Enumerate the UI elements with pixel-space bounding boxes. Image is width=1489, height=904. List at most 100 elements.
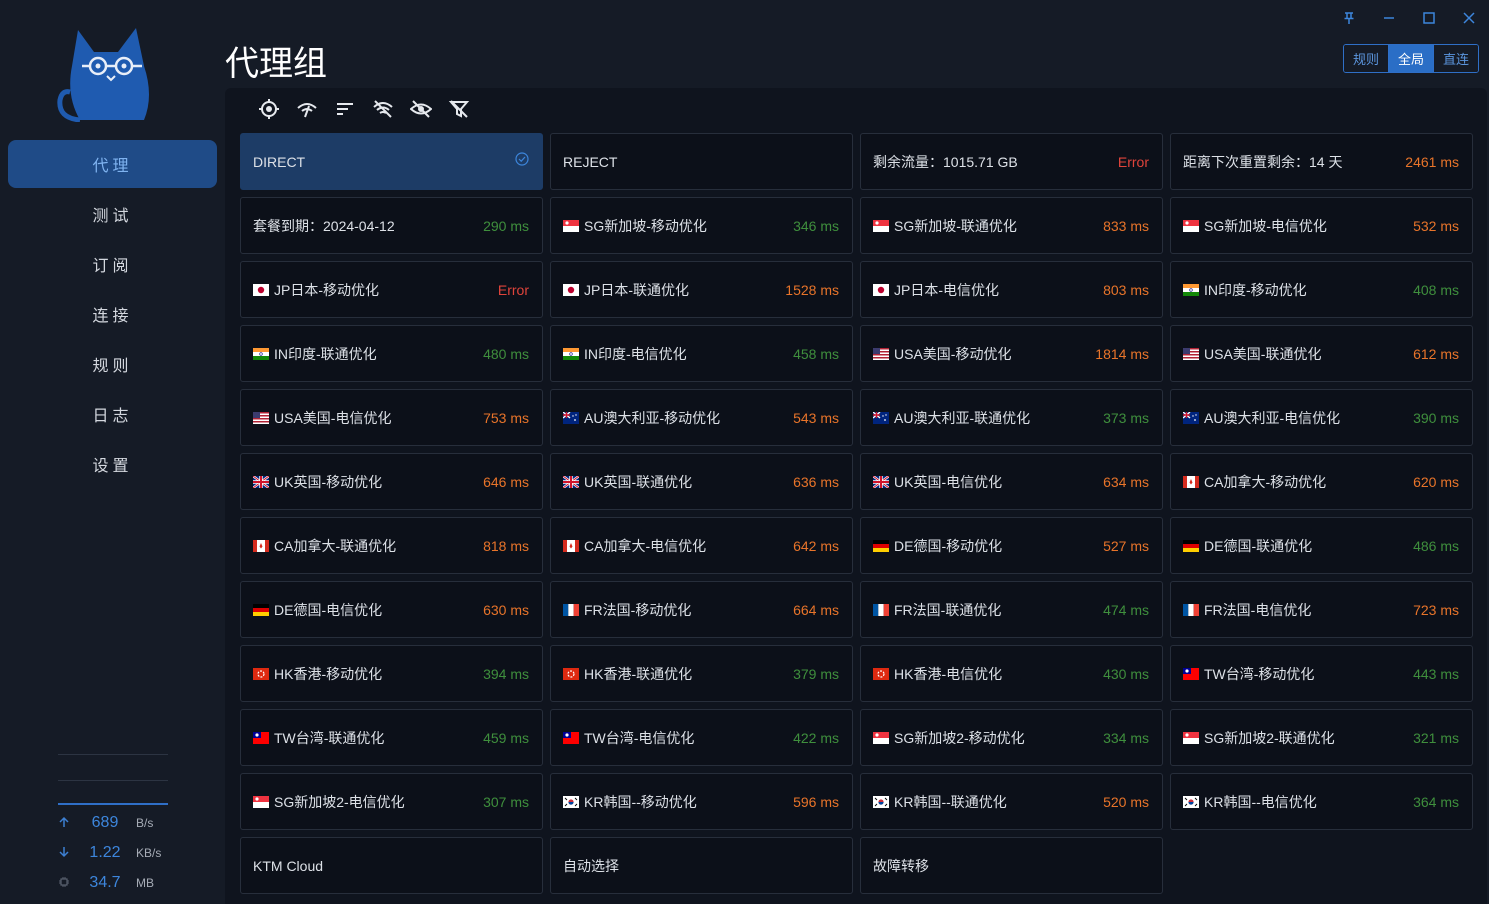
proxy-delay[interactable]: 630 ms: [483, 602, 529, 618]
proxy-delay[interactable]: 2461 ms: [1405, 154, 1459, 170]
proxy-delay[interactable]: 334 ms: [1103, 730, 1149, 746]
proxy-delay[interactable]: 1814 ms: [1095, 346, 1149, 362]
proxy-delay[interactable]: 422 ms: [793, 730, 839, 746]
proxy-delay[interactable]: 458 ms: [793, 346, 839, 362]
proxy-card[interactable]: 距离下次重置剩余：14 天 2461 ms: [1170, 133, 1473, 190]
sort-icon[interactable]: [326, 96, 364, 122]
nav-item-subscription[interactable]: 订阅: [8, 240, 217, 288]
proxy-card[interactable]: DE德国-电信优化 630 ms: [240, 581, 543, 638]
proxy-card[interactable]: AU澳大利亚-移动优化 543 ms: [550, 389, 853, 446]
proxy-delay[interactable]: 532 ms: [1413, 218, 1459, 234]
proxy-card[interactable]: SG新加坡-电信优化 532 ms: [1170, 197, 1473, 254]
proxy-delay[interactable]: 486 ms: [1413, 538, 1459, 554]
proxy-delay[interactable]: Error: [1118, 154, 1149, 170]
proxy-card[interactable]: SG新加坡2-电信优化 307 ms: [240, 773, 543, 830]
proxy-delay[interactable]: Error: [498, 282, 529, 298]
proxy-card[interactable]: KR韩国--电信优化 364 ms: [1170, 773, 1473, 830]
proxy-delay[interactable]: 634 ms: [1103, 474, 1149, 490]
proxy-delay[interactable]: 646 ms: [483, 474, 529, 490]
nav-item-settings[interactable]: 设置: [8, 440, 217, 488]
proxy-card[interactable]: SG新加坡2-移动优化 334 ms: [860, 709, 1163, 766]
proxy-card[interactable]: UK英国-移动优化 646 ms: [240, 453, 543, 510]
proxy-delay[interactable]: 430 ms: [1103, 666, 1149, 682]
proxy-delay[interactable]: 636 ms: [793, 474, 839, 490]
locate-icon[interactable]: [250, 96, 288, 122]
proxy-card[interactable]: FR法国-移动优化 664 ms: [550, 581, 853, 638]
proxy-card[interactable]: HK香港-联通优化 379 ms: [550, 645, 853, 702]
proxy-delay[interactable]: 346 ms: [793, 218, 839, 234]
proxy-delay[interactable]: 543 ms: [793, 410, 839, 426]
proxy-delay[interactable]: 753 ms: [483, 410, 529, 426]
proxy-card[interactable]: JP日本-联通优化 1528 ms: [550, 261, 853, 318]
proxy-card[interactable]: HK香港-电信优化 430 ms: [860, 645, 1163, 702]
close-icon[interactable]: [1458, 8, 1480, 28]
proxy-card[interactable]: KTM Cloud: [240, 837, 543, 894]
mode-global-button[interactable]: 全局: [1389, 45, 1435, 72]
proxy-card[interactable]: 套餐到期：2024-04-12 290 ms: [240, 197, 543, 254]
proxy-delay[interactable]: 390 ms: [1413, 410, 1459, 426]
proxy-delay[interactable]: 803 ms: [1103, 282, 1149, 298]
proxy-delay[interactable]: 1528 ms: [785, 282, 839, 298]
maximize-icon[interactable]: [1418, 8, 1440, 28]
proxy-delay[interactable]: 307 ms: [483, 794, 529, 810]
proxy-delay[interactable]: 642 ms: [793, 538, 839, 554]
hide-icon[interactable]: [402, 96, 440, 122]
proxy-delay[interactable]: 818 ms: [483, 538, 529, 554]
proxy-card[interactable]: REJECT: [550, 133, 853, 190]
proxy-card[interactable]: SG新加坡-移动优化 346 ms: [550, 197, 853, 254]
speed-test-icon[interactable]: [288, 96, 326, 122]
mode-direct-button[interactable]: 直连: [1434, 45, 1479, 72]
proxy-delay[interactable]: 364 ms: [1413, 794, 1459, 810]
proxy-card[interactable]: JP日本-移动优化 Error: [240, 261, 543, 318]
proxy-delay[interactable]: 596 ms: [793, 794, 839, 810]
proxy-delay[interactable]: 520 ms: [1103, 794, 1149, 810]
proxy-delay[interactable]: 459 ms: [483, 730, 529, 746]
proxy-card[interactable]: USA美国-联通优化 612 ms: [1170, 325, 1473, 382]
proxy-delay[interactable]: 480 ms: [483, 346, 529, 362]
proxy-delay[interactable]: 723 ms: [1413, 602, 1459, 618]
proxy-delay[interactable]: 612 ms: [1413, 346, 1459, 362]
proxy-delay[interactable]: 290 ms: [483, 218, 529, 234]
mode-rule-button[interactable]: 规则: [1344, 45, 1390, 72]
proxy-card[interactable]: UK英国-电信优化 634 ms: [860, 453, 1163, 510]
proxy-delay[interactable]: 443 ms: [1413, 666, 1459, 682]
proxy-card[interactable]: FR法国-电信优化 723 ms: [1170, 581, 1473, 638]
proxy-delay[interactable]: 379 ms: [793, 666, 839, 682]
proxy-delay[interactable]: 527 ms: [1103, 538, 1149, 554]
proxy-card[interactable]: HK香港-移动优化 394 ms: [240, 645, 543, 702]
proxy-card[interactable]: DE德国-联通优化 486 ms: [1170, 517, 1473, 574]
proxy-card[interactable]: DE德国-移动优化 527 ms: [860, 517, 1163, 574]
proxy-card[interactable]: USA美国-移动优化 1814 ms: [860, 325, 1163, 382]
proxy-card[interactable]: TW台湾-电信优化 422 ms: [550, 709, 853, 766]
proxy-delay[interactable]: 321 ms: [1413, 730, 1459, 746]
proxy-card[interactable]: IN印度-电信优化 458 ms: [550, 325, 853, 382]
proxy-card[interactable]: IN印度-联通优化 480 ms: [240, 325, 543, 382]
proxy-card[interactable]: SG新加坡2-联通优化 321 ms: [1170, 709, 1473, 766]
minimize-icon[interactable]: [1378, 8, 1400, 28]
nav-item-connections[interactable]: 连接: [8, 290, 217, 338]
proxy-delay[interactable]: 408 ms: [1413, 282, 1459, 298]
hide-unavailable-icon[interactable]: [364, 96, 402, 122]
nav-item-rules[interactable]: 规则: [8, 340, 217, 388]
proxy-delay[interactable]: 664 ms: [793, 602, 839, 618]
filter-off-icon[interactable]: [440, 96, 478, 122]
proxy-card[interactable]: AU澳大利亚-联通优化 373 ms: [860, 389, 1163, 446]
proxy-card[interactable]: SG新加坡-联通优化 833 ms: [860, 197, 1163, 254]
proxy-delay[interactable]: 474 ms: [1103, 602, 1149, 618]
proxy-delay[interactable]: 394 ms: [483, 666, 529, 682]
proxy-card[interactable]: 故障转移: [860, 837, 1163, 894]
proxy-card[interactable]: 剩余流量：1015.71 GB Error: [860, 133, 1163, 190]
proxy-card[interactable]: 自动选择: [550, 837, 853, 894]
proxy-card[interactable]: CA加拿大-联通优化 818 ms: [240, 517, 543, 574]
proxy-card[interactable]: CA加拿大-移动优化 620 ms: [1170, 453, 1473, 510]
proxy-card[interactable]: FR法国-联通优化 474 ms: [860, 581, 1163, 638]
proxy-delay[interactable]: 373 ms: [1103, 410, 1149, 426]
proxy-card[interactable]: JP日本-电信优化 803 ms: [860, 261, 1163, 318]
pin-icon[interactable]: [1338, 8, 1360, 28]
nav-item-proxy[interactable]: 代理: [8, 140, 217, 188]
proxy-card[interactable]: CA加拿大-电信优化 642 ms: [550, 517, 853, 574]
proxy-delay[interactable]: 833 ms: [1103, 218, 1149, 234]
proxy-delay[interactable]: 620 ms: [1413, 474, 1459, 490]
proxy-card[interactable]: AU澳大利亚-电信优化 390 ms: [1170, 389, 1473, 446]
proxy-card[interactable]: IN印度-移动优化 408 ms: [1170, 261, 1473, 318]
